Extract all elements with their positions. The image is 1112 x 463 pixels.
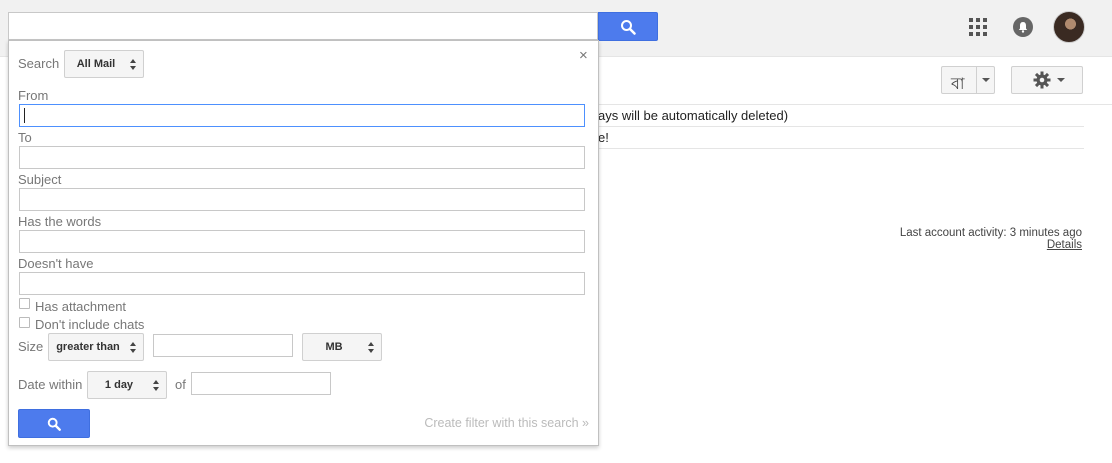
search-scope-value: All Mail: [76, 58, 116, 70]
divider: [976, 67, 977, 93]
select-arrows-icon: [130, 342, 137, 353]
select-arrows-icon: [368, 342, 375, 353]
input-tools-button[interactable]: বা: [941, 66, 995, 94]
size-unit-value: MB: [325, 341, 343, 353]
advanced-search-panel: Search All Mail × From To Subject Has th…: [8, 40, 599, 446]
divider: [598, 104, 1112, 105]
size-value-input[interactable]: [153, 334, 293, 357]
language-label: বা: [951, 76, 965, 93]
select-arrows-icon: [130, 59, 137, 70]
subject-field[interactable]: [19, 188, 585, 211]
size-operator-select[interactable]: greater than: [48, 333, 144, 361]
doesnt-have-label: Doesn't have: [18, 256, 94, 271]
search-input[interactable]: [8, 12, 598, 40]
close-icon[interactable]: ×: [579, 47, 588, 64]
create-filter-link[interactable]: Create filter with this search »: [424, 416, 589, 430]
settings-button[interactable]: [1011, 66, 1083, 94]
account-activity-text: Last account activity: 3 minutes ago: [899, 227, 1082, 239]
size-label: Size: [18, 339, 44, 354]
of-label: of: [175, 377, 186, 392]
date-input[interactable]: [191, 372, 331, 395]
date-within-label: Date within: [18, 377, 83, 392]
chevron-down-icon[interactable]: [982, 78, 990, 82]
divider: [598, 126, 1084, 127]
date-within-value: 1 day: [104, 379, 134, 391]
text-cursor: [24, 108, 25, 123]
has-attachment-label: Has attachment: [35, 299, 127, 314]
has-attachment-checkbox[interactable]: [19, 298, 30, 309]
divider: [598, 148, 1084, 149]
search-icon: [621, 19, 636, 35]
bell-icon[interactable]: [1013, 17, 1033, 37]
search-icon: [47, 417, 61, 431]
mail-list-text: ays will be automatically deleted): [598, 108, 789, 123]
size-operator-value: greater than: [56, 341, 120, 353]
size-unit-select[interactable]: MB: [302, 333, 382, 361]
from-label: From: [18, 88, 49, 103]
date-within-select[interactable]: 1 day: [87, 371, 167, 399]
to-field[interactable]: [19, 146, 585, 169]
select-arrows-icon: [153, 380, 160, 391]
no-chats-checkbox[interactable]: [19, 317, 30, 328]
account-activity: Last account activity: 3 minutes ago Det…: [900, 227, 1082, 251]
subject-label: Subject: [18, 172, 62, 187]
no-chats-label: Don't include chats: [35, 317, 145, 332]
search-scope-select[interactable]: All Mail: [64, 50, 144, 78]
doesnt-have-field[interactable]: [19, 272, 585, 295]
from-field[interactable]: [19, 104, 585, 127]
search-button[interactable]: [598, 12, 658, 41]
has-words-label: Has the words: [18, 214, 102, 229]
search-submit-button[interactable]: [18, 409, 90, 438]
to-label: To: [18, 130, 32, 145]
apps-grid-icon[interactable]: [969, 18, 987, 36]
gear-icon: [1033, 71, 1051, 89]
has-words-field[interactable]: [19, 230, 585, 253]
details-link[interactable]: Details: [900, 239, 1082, 251]
mail-list-text: e!: [598, 130, 609, 145]
chevron-down-icon: [1057, 78, 1065, 82]
search-label: Search: [18, 56, 60, 71]
avatar-icon[interactable]: [1053, 11, 1085, 43]
